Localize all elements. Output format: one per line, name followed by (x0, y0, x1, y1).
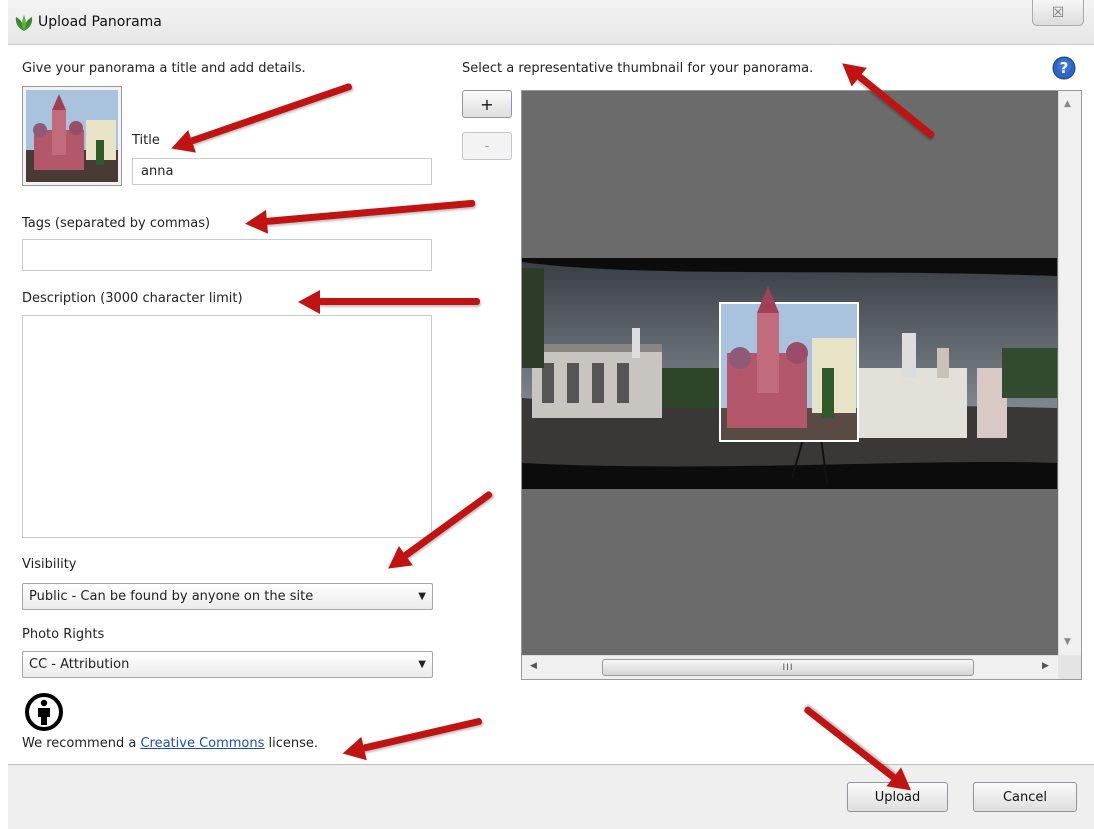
svg-text:?: ? (1060, 59, 1069, 77)
title-label: Title (132, 133, 160, 148)
window-title: Upload Panorama (38, 14, 162, 30)
attribution-icon (25, 693, 63, 731)
description-label: Description (3000 character limit) (22, 291, 243, 306)
scroll-thumb[interactable]: III (602, 659, 974, 676)
vertical-scrollbar[interactable]: ▲ ▼ (1058, 91, 1081, 655)
thumbnail-selection-box[interactable] (719, 286, 859, 442)
visibility-value: Public - Can be found by anyone on the s… (29, 589, 314, 604)
zoom-in-button[interactable]: + (462, 90, 512, 118)
scroll-right-icon[interactable]: ▶ (1042, 661, 1049, 671)
horizontal-scrollbar[interactable]: ◀ III ▶ (522, 655, 1059, 679)
chevron-down-icon: ▼ (418, 659, 426, 670)
description-textarea[interactable] (22, 315, 432, 538)
annotation-arrow (298, 289, 480, 314)
rights-select[interactable]: CC - Attribution ▼ (22, 651, 433, 678)
visibility-select[interactable]: Public - Can be found by anyone on the s… (22, 583, 433, 610)
annotation-arrow (264, 199, 476, 225)
thumbnail-preview[interactable] (22, 86, 122, 186)
thumbnail-heading: Select a representative thumbnail for yo… (462, 61, 814, 76)
scroll-up-icon[interactable]: ▲ (1064, 99, 1071, 109)
app-leaf-icon (15, 15, 33, 31)
title-input[interactable] (132, 158, 432, 185)
license-note: We recommend a Creative Commons license. (22, 736, 319, 751)
help-icon[interactable]: ? (1052, 56, 1076, 80)
zoom-out-button[interactable]: - (462, 132, 512, 160)
close-icon: ☒ (1051, 4, 1065, 21)
annotation-arrow (361, 717, 483, 752)
thumbnail-image (26, 90, 118, 182)
rights-value: CC - Attribution (29, 657, 130, 672)
title-bar: Upload Panorama ☒ (8, 0, 1094, 45)
tags-label: Tags (separated by commas) (22, 216, 211, 231)
creative-commons-link[interactable]: Creative Commons (140, 736, 264, 751)
scroll-left-icon[interactable]: ◀ (530, 661, 537, 671)
chevron-down-icon: ▼ (418, 591, 426, 602)
cancel-button[interactable]: Cancel (973, 782, 1077, 812)
panorama-image[interactable] (522, 258, 1057, 489)
rights-label: Photo Rights (22, 627, 105, 642)
close-button[interactable]: ☒ (1032, 0, 1084, 26)
scroll-down-icon[interactable]: ▼ (1064, 637, 1071, 647)
tags-input[interactable] (22, 239, 432, 271)
annotation-arrow (188, 82, 353, 145)
details-heading: Give your panorama a title and add detai… (22, 61, 306, 76)
scrollbar-corner (1058, 655, 1081, 679)
visibility-label: Visibility (22, 557, 77, 572)
